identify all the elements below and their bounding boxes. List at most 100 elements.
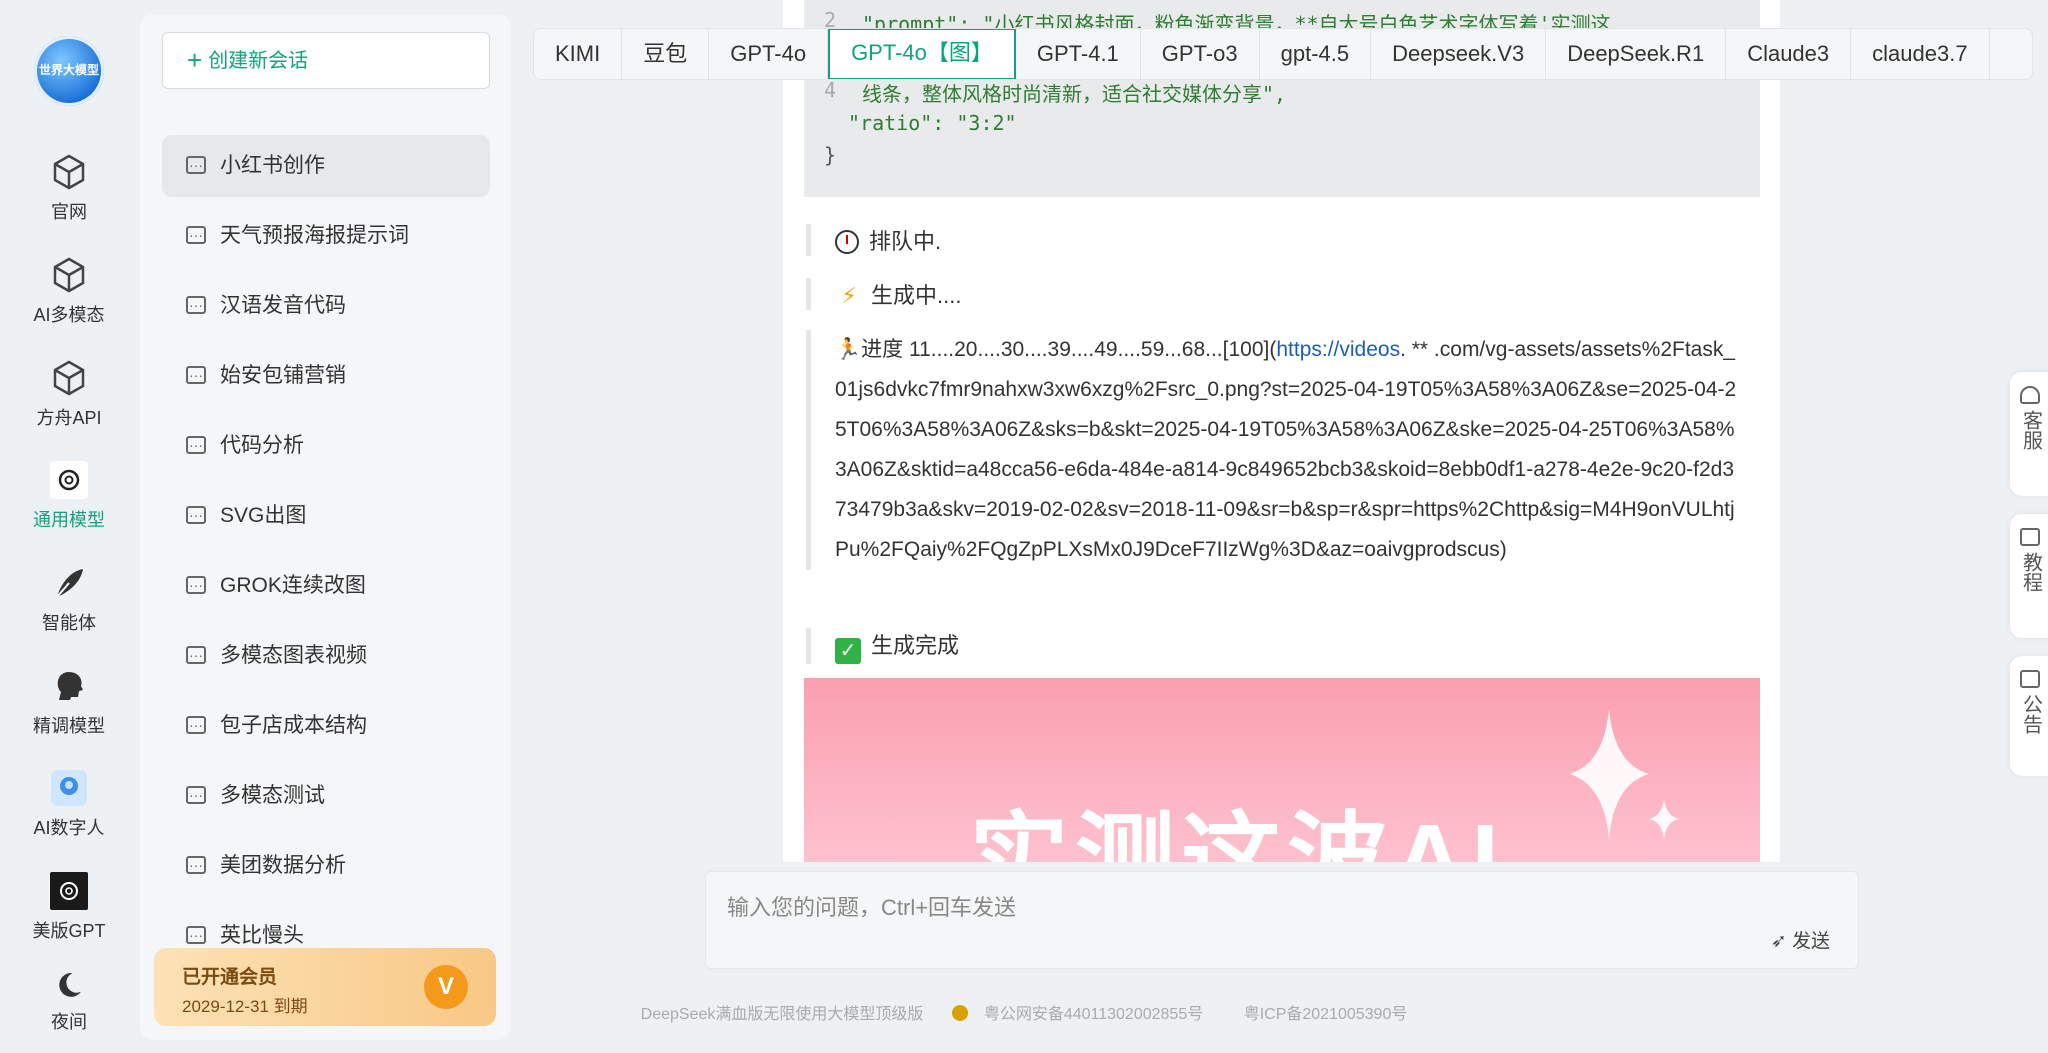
footer-icp[interactable]: 粤ICP备2021005390号 bbox=[1244, 1006, 1408, 1023]
session-item[interactable]: 多模态测试 bbox=[162, 764, 490, 827]
clock-icon bbox=[835, 230, 859, 254]
session-item[interactable]: GROK连续改图 bbox=[162, 554, 490, 617]
session-item[interactable]: 始安包铺营销 bbox=[162, 344, 490, 407]
cube-icon bbox=[53, 257, 85, 293]
poster-title: 实测这波AI bbox=[969, 804, 1505, 862]
chat-bubble-icon bbox=[186, 344, 206, 406]
openai-dark-icon bbox=[50, 872, 88, 910]
rail-label: 精调模型 bbox=[33, 716, 105, 736]
digital-human-icon bbox=[51, 770, 87, 806]
chat-bubble-icon bbox=[186, 764, 206, 826]
rail-item-official-site[interactable]: 官网 bbox=[0, 152, 138, 224]
rail-item-finetune-model[interactable]: 精调模型 bbox=[0, 666, 138, 738]
runner-icon: 🏃 bbox=[835, 338, 862, 361]
rail-label: 通用模型 bbox=[33, 510, 105, 530]
tab-gpt-o3[interactable]: GPT-o3 bbox=[1141, 29, 1260, 79]
chat-bubble-icon bbox=[186, 694, 206, 756]
book-icon bbox=[2020, 528, 2040, 546]
tutorial-button[interactable]: 教程 bbox=[2010, 514, 2048, 638]
session-sidebar: +创建新会话 小红书创作 天气预报海报提示词 汉语发音代码 始安包铺营销 代码分… bbox=[140, 14, 511, 1040]
chat-bubble-icon bbox=[186, 904, 206, 966]
tab-deepseek-r1[interactable]: DeepSeek.R1 bbox=[1546, 29, 1727, 79]
session-item[interactable]: 天气预报海报提示词 bbox=[162, 204, 490, 267]
icon-rail: 世界大模型 官网 AI多模态 方舟API 通用模型 智能体 精调模型 AI数字人… bbox=[0, 0, 138, 1053]
float-label: 公告 bbox=[2019, 694, 2042, 734]
footer: DeepSeek满血版无限使用大模型顶级版 粤公网安备4401130200285… bbox=[0, 1000, 2048, 1024]
tab-gpt-4-5[interactable]: gpt-4.5 bbox=[1260, 29, 1372, 79]
check-icon: ✓ bbox=[835, 638, 861, 664]
rail-item-general-model[interactable]: 通用模型 bbox=[0, 460, 138, 532]
line-number: 4 bbox=[824, 78, 837, 102]
tab-claude3[interactable]: Claude3 bbox=[1726, 29, 1852, 79]
session-item[interactable]: 汉语发音代码 bbox=[162, 274, 490, 337]
cube-icon bbox=[53, 154, 85, 190]
moon-icon bbox=[59, 973, 81, 997]
announcement-button[interactable]: 公告 bbox=[2010, 656, 2048, 776]
rail-item-ai-digital-human[interactable]: AI数字人 bbox=[0, 768, 138, 840]
tab-gpt-4o-image[interactable]: GPT-4o【图】 bbox=[828, 29, 1016, 79]
tab-deepseek-v3[interactable]: Deepseek.V3 bbox=[1371, 29, 1547, 79]
briefcase-icon bbox=[2020, 670, 2040, 688]
member-title: 已开通会员 bbox=[182, 967, 278, 988]
chat-bubble-icon bbox=[186, 274, 206, 336]
model-tab-bar: KIMI 豆包 GPT-4o GPT-4o【图】 GPT-4.1 GPT-o3 gpt-4.… bbox=[533, 28, 2033, 80]
chat-bubble-icon bbox=[186, 554, 206, 616]
headset-icon bbox=[2020, 386, 2040, 404]
police-badge-icon bbox=[951, 1005, 968, 1021]
sparkle-icon bbox=[1569, 709, 1679, 839]
generated-image[interactable]: 实测这波AI bbox=[804, 678, 1760, 862]
lightning-icon: ⚡ bbox=[841, 283, 857, 308]
plus-icon: + bbox=[187, 45, 203, 75]
code-line: } bbox=[824, 143, 837, 167]
customer-service-button[interactable]: 客服 bbox=[2010, 372, 2048, 496]
tab-gpt-4-1[interactable]: GPT-4.1 bbox=[1016, 29, 1141, 79]
session-item[interactable]: SVG出图 bbox=[162, 484, 490, 547]
rail-label: 智能体 bbox=[42, 613, 96, 633]
session-item[interactable]: 美团数据分析 bbox=[162, 834, 490, 897]
openai-icon bbox=[50, 461, 88, 499]
session-item[interactable]: 多模态图表视频 bbox=[162, 624, 490, 687]
chat-bubble-icon bbox=[186, 134, 206, 196]
session-item[interactable]: 包子店成本结构 bbox=[162, 694, 490, 757]
tab-kimi[interactable]: KIMI bbox=[534, 29, 623, 79]
rail-item-agent[interactable]: 智能体 bbox=[0, 563, 138, 635]
rail-item-us-gpt[interactable]: 美版GPT bbox=[0, 871, 138, 943]
head-icon bbox=[57, 672, 83, 700]
new-chat-button[interactable]: + 创建新会话 bbox=[162, 32, 490, 89]
logo-text: 世界大模型 bbox=[38, 63, 99, 77]
send-icon: ➶ bbox=[1770, 931, 1792, 952]
chat-bubble-icon bbox=[186, 204, 206, 266]
rail-label: AI多模态 bbox=[33, 305, 105, 325]
chat-panel: 2 "prompt": "小红书风格封面，粉色渐变背景，**自大号白色艺术字体写… bbox=[783, 0, 1780, 862]
code-line: 线条，整体风格时尚清新，适合社交媒体分享", bbox=[862, 82, 1287, 106]
rail-label: 官网 bbox=[51, 202, 87, 222]
chat-bubble-icon bbox=[186, 414, 206, 476]
session-item[interactable]: 小红书创作 bbox=[162, 134, 490, 197]
feather-icon bbox=[56, 569, 83, 598]
footer-slogan: DeepSeek满血版无限使用大模型顶级版 bbox=[640, 1006, 924, 1023]
progress-link[interactable]: https://videos bbox=[1276, 338, 1400, 361]
rail-item-ark-api[interactable]: 方舟API bbox=[0, 358, 138, 430]
session-item[interactable]: 代码分析 bbox=[162, 414, 490, 477]
chat-bubble-icon bbox=[186, 834, 206, 896]
tab-doubao[interactable]: 豆包 bbox=[622, 29, 710, 79]
footer-police[interactable]: 粤公网安备44011302002855号 bbox=[951, 1005, 1215, 1023]
site-logo[interactable]: 世界大模型 bbox=[34, 36, 104, 106]
rail-item-ai-multimodal[interactable]: AI多模态 bbox=[0, 255, 138, 327]
float-label: 教程 bbox=[2019, 552, 2042, 592]
cube-icon bbox=[53, 360, 85, 396]
rail-label: 方舟API bbox=[36, 408, 102, 428]
tab-claude3-7[interactable]: claude3.7 bbox=[1851, 29, 1990, 79]
chat-bubble-icon bbox=[186, 624, 206, 686]
rail-label: 美版GPT bbox=[32, 921, 106, 941]
status-done: ✓ 生成完成 bbox=[806, 628, 959, 664]
code-line: "ratio": "3:2" bbox=[848, 111, 1017, 135]
input-placeholder: 输入您的问题，Ctrl+回车发送 bbox=[727, 895, 1017, 920]
rail-label: AI数字人 bbox=[33, 818, 105, 838]
status-queue: 排队中. bbox=[806, 224, 941, 256]
message-input[interactable]: 输入您的问题，Ctrl+回车发送 ➶ 发送 bbox=[705, 871, 1859, 969]
tab-gpt-4o[interactable]: GPT-4o bbox=[709, 29, 829, 79]
chat-bubble-icon bbox=[186, 484, 206, 546]
send-button[interactable]: ➶ 发送 bbox=[1771, 926, 1830, 953]
status-progress: 🏃进度 11....20....30....39....49....59...6… bbox=[806, 330, 1743, 570]
